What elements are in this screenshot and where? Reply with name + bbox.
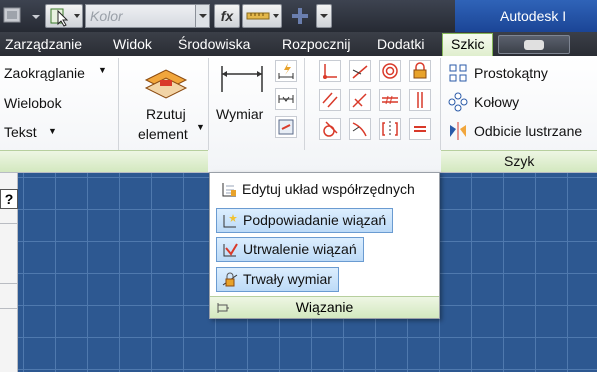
measure-button[interactable] (242, 4, 282, 28)
color-field-value: Kolor (90, 8, 123, 24)
vertical-icon[interactable] (409, 89, 431, 111)
pattern-panel-footer[interactable]: Szyk (441, 150, 597, 172)
circular-pattern-label: Kołowy (474, 94, 520, 110)
app-title: Autodesk I (500, 8, 567, 24)
constraint-persistence-icon (221, 241, 239, 259)
auto-dimension-icon (278, 63, 294, 79)
dropdown-arrow-icon[interactable]: ▼ (48, 126, 57, 136)
divider (118, 58, 119, 150)
mirror-button[interactable]: Odbicie lustrzane (446, 120, 596, 142)
symmetric-icon[interactable] (379, 118, 401, 140)
dropdown-arrow-icon[interactable]: ▼ (98, 65, 107, 75)
project-geometry-label-1: Rzutuj (146, 106, 186, 122)
project-geometry-button[interactable]: Rzutuj element ▼ (122, 58, 206, 150)
rectangular-pattern-icon (449, 64, 467, 82)
constraint-inference-icon (221, 212, 239, 230)
help-icon[interactable]: ? (0, 189, 18, 209)
divider (208, 58, 209, 150)
polygon-button[interactable]: Wielobok (4, 95, 62, 111)
divider (0, 283, 18, 284)
dimension-button[interactable]: Wymiar (214, 58, 270, 150)
constraint-inference-label: Podpowiadanie wiązań (243, 212, 387, 228)
fillet-button[interactable]: Zaokrąglanie (4, 65, 85, 81)
measure-icon (246, 12, 279, 20)
constraint-inference-item[interactable]: Podpowiadanie wiązań (216, 208, 394, 233)
tab-srodowiska[interactable]: Środowiska (178, 36, 250, 52)
model-browser-strip: ? (0, 173, 18, 372)
constraint-persistence-label: Utrwalenie wiązań (243, 241, 357, 257)
show-constraints-button[interactable] (275, 88, 297, 110)
dropdown-arrow-icon: ▼ (196, 122, 205, 132)
ribbon-tabs: Zarządzanie Widok Środowiska Rozpocznij … (0, 32, 597, 56)
app-menu-icon[interactable] (2, 5, 24, 27)
edit-coordinate-system-label: Edytuj układ współrzędnych (242, 181, 415, 197)
chevron-down-icon (320, 14, 328, 18)
circular-pattern-icon (448, 92, 468, 112)
customize-toolbar-button[interactable] (316, 4, 332, 28)
nav-icon[interactable] (287, 5, 313, 27)
constraint-persistence-item[interactable]: Utrwalenie wiązań (216, 237, 364, 262)
equal-icon[interactable] (409, 118, 431, 140)
tab-rozpocznij[interactable]: Rozpocznij (282, 36, 350, 52)
constraint-dropdown: Edytuj układ współrzędnych Podpowiadanie… (209, 172, 440, 319)
color-field[interactable]: Kolor (85, 4, 210, 28)
divider (0, 223, 18, 224)
chevron-down-icon[interactable] (195, 5, 209, 27)
horizontal-icon[interactable] (379, 89, 401, 111)
driving-dimension-item[interactable]: Trwały wymiar (216, 267, 339, 292)
rectangular-pattern-label: Prostokątny (474, 65, 548, 81)
pattern-panel-title: Szyk (504, 153, 535, 169)
draw-panel-footer[interactable] (0, 150, 208, 172)
ribbon-toggle-icon (524, 40, 544, 50)
tab-widok[interactable]: Widok (113, 36, 152, 52)
perpendicular-icon[interactable] (349, 89, 371, 111)
divider (440, 58, 441, 150)
constraint-settings-icon (278, 119, 294, 135)
collinear-icon[interactable] (349, 60, 371, 82)
show-constraints-icon (278, 95, 294, 103)
tab-dodatki[interactable]: Dodatki (377, 36, 424, 52)
fx-button[interactable]: fx (214, 4, 240, 28)
constraint-panel-footer: Wiązanie (210, 296, 439, 318)
mirror-label: Odbicie lustrzane (474, 123, 583, 139)
auto-dimension-button[interactable] (275, 60, 297, 82)
tangent-icon[interactable] (319, 118, 341, 140)
tab-szkic[interactable]: Szkic (442, 33, 494, 56)
edit-coordinate-system-item[interactable]: Edytuj układ współrzędnych (216, 178, 421, 203)
select-cursor-icon (50, 8, 80, 27)
rectangular-pattern-button[interactable]: Prostokątny (446, 62, 596, 84)
coincident-icon[interactable] (319, 60, 341, 82)
divider (304, 58, 305, 150)
mirror-icon (450, 122, 466, 140)
text-button[interactable]: Tekst (4, 124, 37, 140)
select-tool-button[interactable] (45, 4, 83, 28)
project-geometry-icon (144, 69, 188, 99)
constraint-panel-title: Wiązanie (295, 299, 354, 315)
driving-dimension-icon (221, 271, 239, 289)
dropdown-arrow-icon[interactable] (30, 5, 42, 27)
constraint-settings-button[interactable] (275, 116, 297, 138)
driving-dimension-label: Trwały wymiar (243, 271, 332, 287)
concentric-icon[interactable] (379, 60, 401, 82)
parallel-icon[interactable] (319, 89, 341, 111)
fix-lock-icon[interactable] (409, 60, 431, 82)
circular-pattern-button[interactable]: Kołowy (446, 91, 596, 113)
dimension-label: Wymiar (216, 106, 264, 122)
coordinate-system-icon (220, 181, 238, 199)
fx-label: fx (220, 8, 234, 24)
ribbon-options-button[interactable] (498, 35, 570, 54)
project-geometry-label-2: element (138, 126, 188, 142)
dimension-icon (221, 66, 263, 92)
smooth-icon[interactable] (349, 118, 371, 140)
divider (0, 308, 18, 309)
quick-access-toolbar: Kolor fx Autodesk I (0, 0, 597, 32)
pin-icon[interactable] (216, 300, 230, 314)
tab-zarzadzanie[interactable]: Zarządzanie (5, 36, 82, 52)
